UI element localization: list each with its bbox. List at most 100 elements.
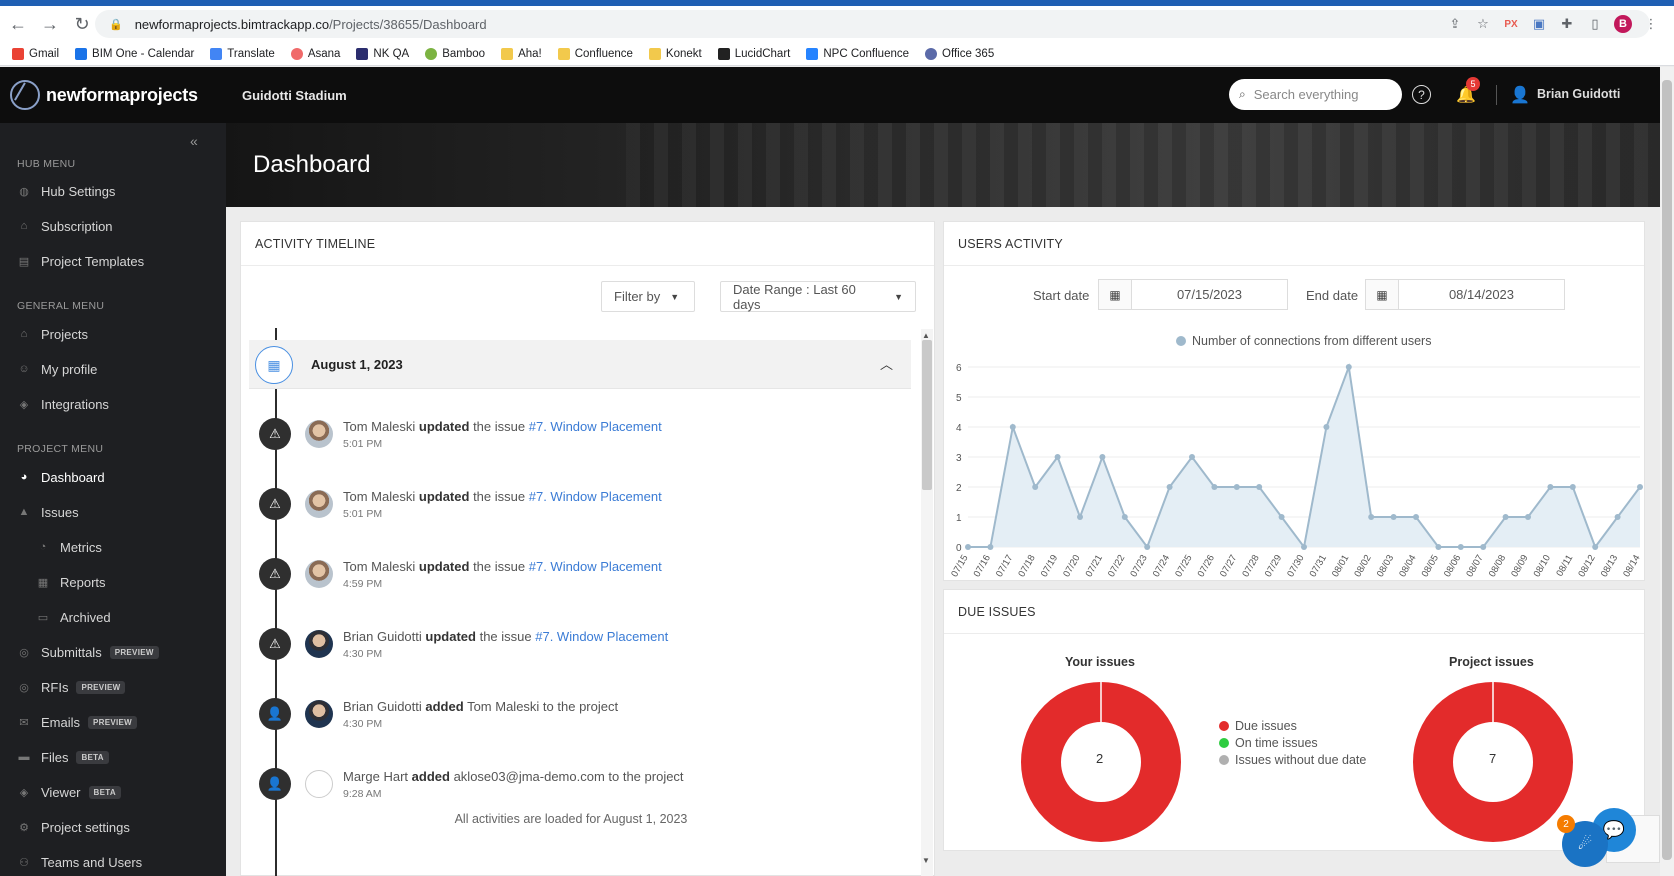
data-point[interactable] bbox=[1301, 544, 1307, 550]
data-point[interactable] bbox=[965, 544, 971, 550]
data-point[interactable] bbox=[1233, 484, 1240, 490]
chevron-up-icon[interactable]: ︿ bbox=[880, 354, 893, 373]
date-range-dropdown[interactable]: Date Range : Last 60 days ▼ bbox=[720, 281, 916, 312]
page-scroll-thumb[interactable] bbox=[1662, 80, 1672, 860]
bookmark-calendar[interactable]: BIM One - Calendar bbox=[75, 47, 194, 60]
extension-px-icon[interactable]: PX bbox=[1502, 15, 1520, 33]
data-point[interactable] bbox=[1144, 544, 1151, 550]
sidebar-item-files[interactable]: ▬ Files BETA bbox=[17, 746, 109, 768]
sidebar-item-viewer[interactable]: ◈ Viewer BETA bbox=[17, 781, 121, 803]
bookmarks-bar: Gmail BIM One - Calendar Translate Asana… bbox=[0, 42, 1674, 66]
data-point[interactable] bbox=[1614, 514, 1621, 520]
user-name[interactable]: Brian Guidotti bbox=[1537, 87, 1620, 101]
data-point[interactable] bbox=[1592, 544, 1599, 550]
data-point[interactable] bbox=[1077, 514, 1083, 520]
help-icon[interactable]: ? bbox=[1412, 85, 1431, 104]
data-point[interactable] bbox=[1009, 424, 1016, 430]
address-bar[interactable]: 🔒 newformaprojects.bimtrackapp.co/Projec… bbox=[95, 10, 1650, 38]
data-point[interactable] bbox=[1502, 514, 1509, 520]
scroll-up-icon[interactable]: ▲ bbox=[922, 331, 930, 340]
sidebar-item-emails[interactable]: ✉ Emails PREVIEW bbox=[17, 711, 138, 733]
end-date-field[interactable]: ▦ 08/14/2023 bbox=[1365, 279, 1565, 310]
issue-link[interactable]: #7. Window Placement bbox=[529, 489, 662, 504]
profile-avatar[interactable]: B bbox=[1614, 15, 1632, 33]
data-point[interactable] bbox=[1525, 514, 1531, 520]
logo[interactable]: newformaprojects bbox=[10, 80, 220, 110]
data-point[interactable] bbox=[1211, 484, 1218, 490]
bookmark-translate[interactable]: Translate bbox=[210, 47, 275, 60]
puzzle-icon[interactable]: ✚ bbox=[1558, 15, 1576, 33]
data-point[interactable] bbox=[1189, 454, 1195, 460]
sidebar-item-reports[interactable]: ▦ Reports bbox=[36, 571, 106, 593]
sidebar-item-submittals[interactable]: ◎ Submittals PREVIEW bbox=[17, 641, 159, 663]
data-point[interactable] bbox=[1547, 484, 1554, 490]
forward-icon[interactable]: → bbox=[36, 10, 64, 38]
data-point[interactable] bbox=[1390, 514, 1397, 520]
search-input[interactable]: ⌕ Search everything bbox=[1229, 79, 1402, 110]
issue-link[interactable]: #7. Window Placement bbox=[529, 559, 662, 574]
bookmark-lucidchart[interactable]: LucidChart bbox=[717, 47, 790, 60]
sidebar-item-integrations[interactable]: ◈ Integrations bbox=[17, 393, 109, 415]
sidebar-item-subscription[interactable]: ⌂ Subscription bbox=[17, 215, 113, 237]
bookmark-konekt[interactable]: Konekt bbox=[648, 47, 702, 60]
sidebar-item-teams-users[interactable]: ⚇ Teams and Users bbox=[17, 851, 142, 873]
start-date-field[interactable]: ▦ 07/15/2023 bbox=[1098, 279, 1288, 310]
bookmark-nkqa[interactable]: NK QA bbox=[356, 47, 409, 60]
reload-icon[interactable]: ↻ bbox=[68, 10, 96, 38]
data-point[interactable] bbox=[1637, 484, 1643, 490]
data-point[interactable] bbox=[1413, 514, 1419, 520]
data-point[interactable] bbox=[1032, 484, 1039, 490]
data-point[interactable] bbox=[1480, 544, 1487, 550]
sidebar-item-issues[interactable]: ▲ Issues bbox=[17, 501, 79, 523]
your-issues-count: 2 bbox=[1096, 751, 1104, 766]
bookmark-aha[interactable]: Aha! bbox=[501, 47, 542, 60]
issue-link[interactable]: #7. Window Placement bbox=[535, 629, 668, 644]
data-point[interactable] bbox=[1099, 454, 1106, 460]
sidebar-item-hub-settings[interactable]: ◍ Hub Settings bbox=[17, 180, 115, 202]
star-icon[interactable]: ☆ bbox=[1474, 15, 1492, 33]
bookmark-office365[interactable]: Office 365 bbox=[925, 47, 994, 60]
collapse-sidebar-icon[interactable]: « bbox=[190, 133, 198, 149]
dashboard-icon: ◕ bbox=[20, 471, 28, 483]
day-header[interactable]: ▦ August 1, 2023 ︿ bbox=[249, 340, 911, 389]
data-point[interactable] bbox=[987, 544, 994, 550]
scroll-down-icon[interactable]: ▼ bbox=[922, 856, 930, 865]
data-point[interactable] bbox=[1054, 454, 1061, 460]
data-point[interactable] bbox=[1278, 514, 1285, 520]
data-point[interactable] bbox=[1457, 544, 1464, 550]
data-point[interactable] bbox=[1256, 484, 1263, 490]
translate-ext-icon[interactable]: ▣ bbox=[1530, 15, 1548, 33]
sidebar-item-projects[interactable]: ⌂ Projects bbox=[17, 323, 88, 345]
sidebar-item-my-profile[interactable]: ☺ My profile bbox=[17, 358, 97, 380]
sidebar-item-project-templates[interactable]: ▤ Project Templates bbox=[17, 250, 144, 272]
bookmark-bamboo[interactable]: Bamboo bbox=[425, 47, 485, 60]
sidebar-item-project-settings[interactable]: ⚙ Project settings bbox=[17, 816, 130, 838]
avatar bbox=[305, 560, 333, 588]
sidebar-item-dashboard[interactable]: ◕ Dashboard bbox=[17, 466, 105, 488]
data-point[interactable] bbox=[1368, 514, 1375, 520]
sidebar-item-metrics[interactable]: ◔ Metrics bbox=[36, 536, 102, 558]
user-icon[interactable]: 👤 bbox=[1510, 85, 1530, 105]
bookmark-asana[interactable]: Asana bbox=[290, 47, 340, 60]
bookmark-npc-confluence[interactable]: NPC Confluence bbox=[806, 47, 909, 60]
data-point[interactable] bbox=[1569, 484, 1576, 490]
bookmark-confluence[interactable]: Confluence bbox=[557, 47, 633, 60]
data-point[interactable] bbox=[1166, 484, 1173, 490]
issue-link[interactable]: #7. Window Placement bbox=[529, 419, 662, 434]
project-name[interactable]: Guidotti Stadium bbox=[242, 88, 347, 103]
x-tick-label: 08/01 bbox=[1330, 553, 1351, 579]
side-panel-icon[interactable]: ▯ bbox=[1586, 15, 1604, 33]
data-point[interactable] bbox=[1323, 424, 1330, 430]
share-icon[interactable]: ⇪ bbox=[1446, 15, 1464, 33]
more-menu-icon[interactable]: ⋮ bbox=[1642, 15, 1660, 33]
filter-by-dropdown[interactable]: Filter by ▼ bbox=[601, 281, 695, 312]
sidebar-item-archived[interactable]: ▭ Archived bbox=[36, 606, 111, 628]
data-point[interactable] bbox=[1435, 544, 1442, 550]
back-icon[interactable]: ← bbox=[4, 10, 32, 38]
x-tick-label: 07/27 bbox=[1218, 553, 1239, 579]
timeline-scroll-thumb[interactable] bbox=[922, 340, 932, 490]
data-point[interactable] bbox=[1121, 514, 1128, 520]
sidebar-item-rfis[interactable]: ◎ RFIs PREVIEW bbox=[17, 676, 126, 698]
bookmark-gmail[interactable]: Gmail bbox=[12, 47, 59, 60]
data-point[interactable] bbox=[1345, 364, 1352, 370]
